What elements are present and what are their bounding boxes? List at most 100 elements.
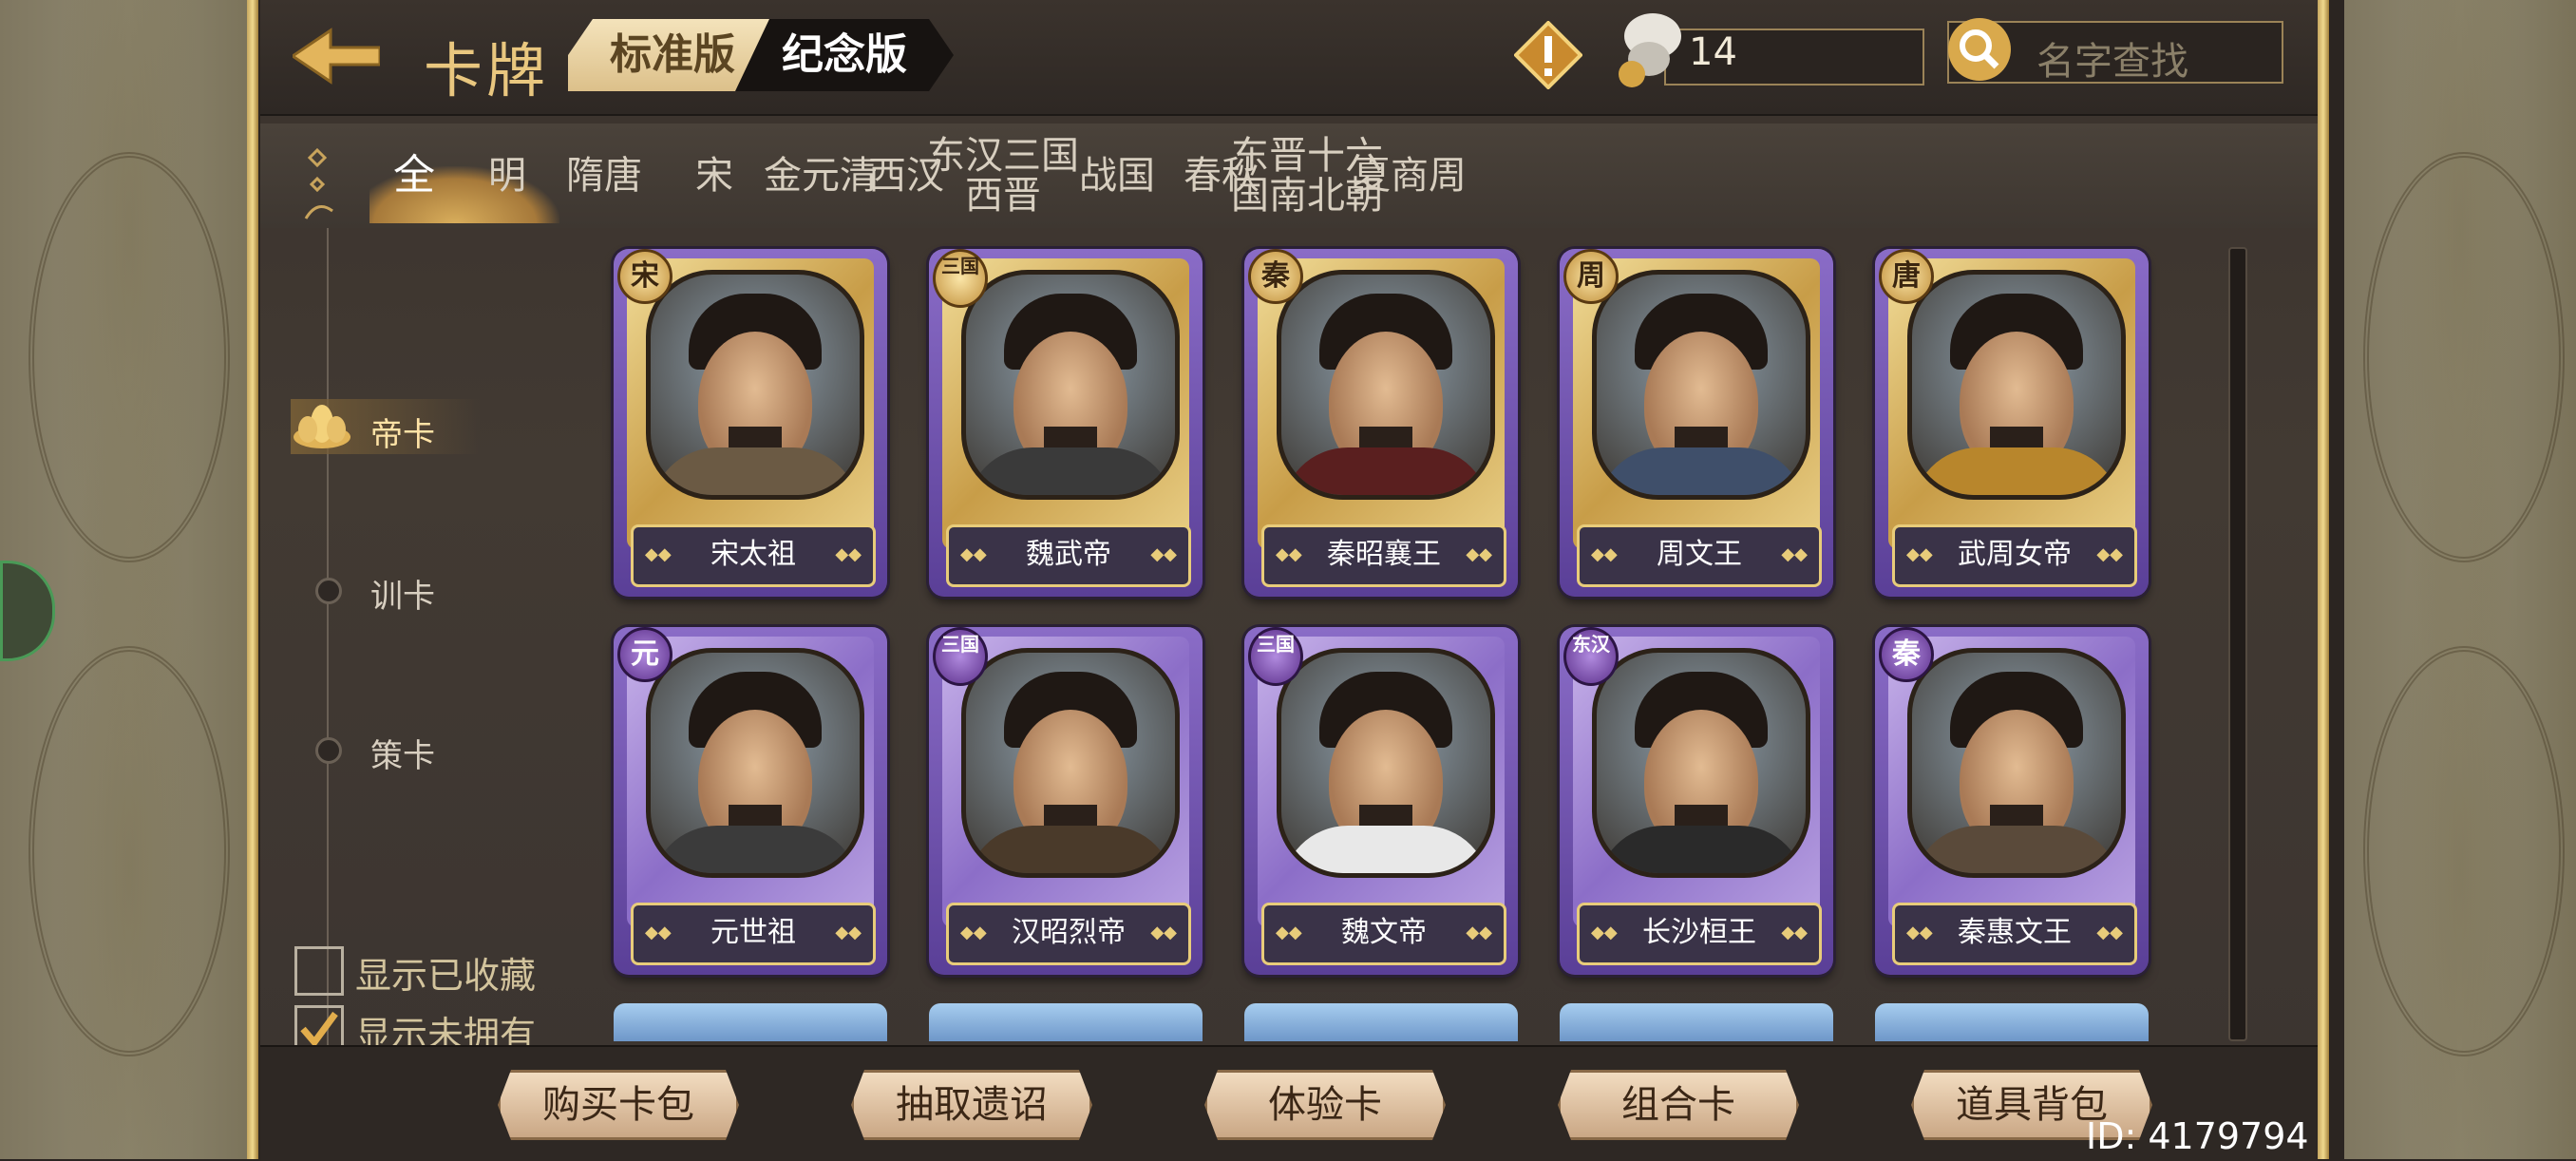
dragon-motif-icon (28, 646, 230, 1056)
buy-card-pack-button[interactable]: 购买卡包 (498, 1070, 739, 1140)
dragon-motif-icon (28, 152, 230, 562)
dragon-motif-icon (2363, 152, 2565, 562)
nameplate-ornament-icon: ◆◆ (1276, 544, 1302, 564)
hero-card[interactable]: 周 ◆◆ 周文王 ◆◆ (1560, 249, 1833, 597)
hero-nameplate: ◆◆ 元世祖 ◆◆ (631, 903, 876, 965)
era-badge-icon: 周 (1563, 249, 1619, 304)
sidebar-dot (315, 737, 342, 764)
page-title: 卡牌 (424, 36, 550, 105)
hero-name: 魏武帝 (1026, 538, 1111, 571)
hero-nameplate: ◆◆ 秦昭襄王 ◆◆ (1261, 524, 1506, 587)
hero-card[interactable]: 东汉 ◆◆ 长沙桓王 ◆◆ (1560, 627, 1833, 975)
nameplate-ornament-icon: ◆◆ (1591, 544, 1618, 564)
card-partial[interactable] (1244, 1003, 1518, 1041)
portrait-robe (966, 826, 1175, 873)
era-badge-icon: 唐 (1879, 249, 1934, 304)
hero-portrait (1277, 648, 1495, 878)
era-badge-icon: 秦 (1879, 627, 1934, 682)
card-list-scrollbar[interactable] (2228, 247, 2247, 1041)
nameplate-ornament-icon: ◆◆ (960, 544, 987, 564)
hero-nameplate: ◆◆ 宋太祖 ◆◆ (631, 524, 876, 587)
hero-name: 秦惠文王 (1958, 916, 2072, 949)
hero-name: 汉昭烈帝 (1012, 916, 1126, 949)
hero-nameplate: ◆◆ 长沙桓王 ◆◆ (1577, 903, 1822, 965)
search-icon[interactable] (1945, 15, 2014, 84)
nameplate-ornament-icon: ◆◆ (645, 544, 672, 564)
show-collected-label: 显示已收藏 (355, 955, 537, 997)
feather-token-icon (1619, 13, 1681, 87)
draw-edict-button[interactable]: 抽取遗诏 (851, 1070, 1092, 1140)
nameplate-ornament-icon: ◆◆ (1591, 923, 1618, 942)
sidebar-item-emperor-card[interactable]: 帝卡 (370, 409, 435, 455)
nameplate-ornament-icon: ◆◆ (835, 923, 862, 942)
hero-card[interactable]: 三国 ◆◆ 汉昭烈帝 ◆◆ (929, 627, 1203, 975)
right-decor-panel (2344, 0, 2576, 1159)
portrait-robe (651, 826, 860, 873)
hero-portrait (1907, 648, 2126, 878)
player-id: ID: 4179794 (2086, 1115, 2309, 1157)
main-panel: 卡牌 标准版 纪念版 14 名字查找 全明隋唐宋金元清 西汉 东汉三国 西晋 战国 春秋… (260, 0, 2318, 1161)
hero-name: 周文王 (1657, 538, 1742, 571)
left-frame-border (247, 0, 258, 1159)
nameplate-ornament-icon: ◆◆ (2096, 923, 2123, 942)
hero-card[interactable]: 三国 ◆◆ 魏文帝 ◆◆ (1244, 627, 1518, 975)
portrait-robe (966, 447, 1175, 495)
era-badge-icon: 元 (617, 627, 672, 682)
card-partial[interactable] (1560, 1003, 1833, 1041)
notice-icon[interactable] (1514, 21, 1582, 89)
nameplate-ornament-icon: ◆◆ (1466, 544, 1492, 564)
card-partial[interactable] (1875, 1003, 2149, 1041)
right-frame-border (2318, 0, 2329, 1159)
portrait-robe (1912, 447, 2121, 495)
hero-name: 魏文帝 (1341, 916, 1427, 949)
era-badge-icon: 宋 (617, 249, 672, 304)
nameplate-ornament-icon: ◆◆ (1781, 544, 1808, 564)
era-badge-icon: 东汉 (1563, 627, 1619, 686)
trial-card-button[interactable]: 体验卡 (1204, 1070, 1446, 1140)
currency-value: 14 (1689, 30, 1737, 74)
era-badge-icon: 三国 (933, 627, 988, 686)
hero-card[interactable]: 宋 ◆◆ 宋太祖 ◆◆ (614, 249, 887, 597)
sidebar-item-train-card[interactable]: 训卡 (370, 570, 435, 617)
hero-name: 元世祖 (710, 916, 796, 949)
tab-memorial-edition[interactable]: 纪念版 (735, 19, 954, 91)
hero-portrait (646, 648, 864, 878)
sidebar-item-strategy-card[interactable]: 策卡 (370, 730, 435, 776)
hero-portrait (961, 270, 1180, 500)
portrait-robe (1281, 826, 1490, 873)
combo-card-button[interactable]: 组合卡 (1558, 1070, 1799, 1140)
sidebar-dot (315, 578, 342, 604)
nameplate-ornament-icon: ◆◆ (645, 923, 672, 942)
hero-portrait (1592, 270, 1810, 500)
nameplate-ornament-icon: ◆◆ (835, 544, 862, 564)
nameplate-ornament-icon: ◆◆ (1466, 923, 1492, 942)
nameplate-ornament-icon: ◆◆ (960, 923, 987, 942)
hero-nameplate: ◆◆ 魏武帝 ◆◆ (946, 524, 1191, 587)
card-partial[interactable] (614, 1003, 887, 1041)
hero-name: 武周女帝 (1958, 538, 2072, 571)
hero-nameplate: ◆◆ 周文王 ◆◆ (1577, 524, 1822, 587)
card-partial[interactable] (929, 1003, 1203, 1041)
portrait-robe (1597, 826, 1806, 873)
nameplate-ornament-icon: ◆◆ (1906, 923, 1933, 942)
back-arrow-icon[interactable] (293, 23, 380, 89)
era-badge-icon: 三国 (1248, 627, 1303, 686)
search-placeholder: 名字查找 (2036, 40, 2188, 84)
hero-name: 长沙桓王 (1642, 916, 1756, 949)
hero-nameplate: ◆◆ 魏文帝 ◆◆ (1261, 903, 1506, 965)
era-badge-icon: 三国 (933, 249, 988, 308)
tab-era[interactable]: 夏商周 (1324, 124, 1495, 228)
hero-name: 宋太祖 (710, 538, 796, 571)
portrait-robe (1597, 447, 1806, 495)
hero-card[interactable]: 元 ◆◆ 元世祖 ◆◆ (614, 627, 887, 975)
hero-card[interactable]: 秦 ◆◆ 秦惠文王 ◆◆ (1875, 627, 2149, 975)
hero-card[interactable]: 唐 ◆◆ 武周女帝 ◆◆ (1875, 249, 2149, 597)
hero-portrait (961, 648, 1180, 878)
hero-card[interactable]: 三国 ◆◆ 魏武帝 ◆◆ (929, 249, 1203, 597)
hero-card[interactable]: 秦 ◆◆ 秦昭襄王 ◆◆ (1244, 249, 1518, 597)
show-collected-checkbox[interactable] (294, 946, 344, 996)
hero-nameplate: ◆◆ 秦惠文王 ◆◆ (1892, 903, 2137, 965)
nameplate-ornament-icon: ◆◆ (1276, 923, 1302, 942)
lotus-icon (294, 405, 350, 448)
hero-portrait (1277, 270, 1495, 500)
